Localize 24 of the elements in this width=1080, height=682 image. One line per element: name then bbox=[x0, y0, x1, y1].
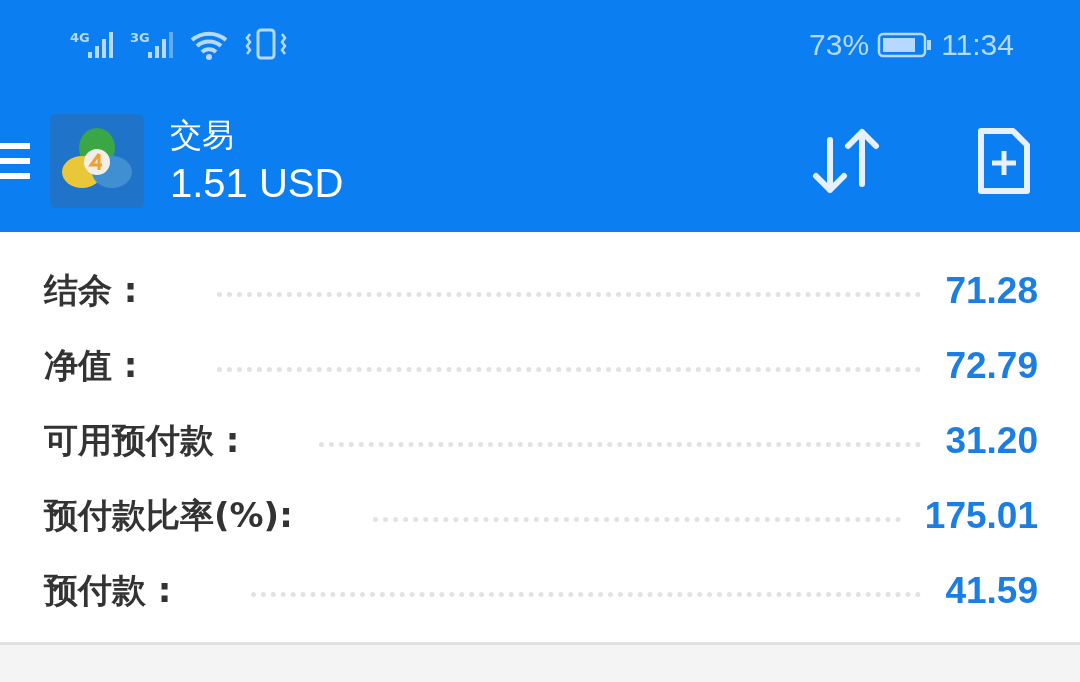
account-field-value: 72.79 bbox=[945, 344, 1038, 387]
network-type: 3G bbox=[130, 30, 150, 45]
new-order-button[interactable] bbox=[976, 127, 1032, 195]
vibrate-icon bbox=[245, 28, 287, 60]
account-field-label: 预付款 : bbox=[44, 568, 172, 612]
account-field-value: 175.01 bbox=[924, 494, 1038, 537]
wifi-icon bbox=[190, 31, 228, 60]
account-field-value: 41.59 bbox=[945, 569, 1038, 612]
account-field-label: 预付款比率(%): bbox=[44, 493, 293, 537]
account-field-label: 可用预付款 : bbox=[44, 418, 240, 462]
signal-bars-icon bbox=[148, 32, 173, 58]
add-document-icon bbox=[976, 127, 1032, 195]
network-type: 4G bbox=[70, 30, 90, 45]
account-field-value: 71.28 bbox=[945, 269, 1038, 312]
page-title: 交易 bbox=[170, 115, 235, 156]
app-logo-icon bbox=[50, 114, 144, 208]
signal-bars-icon bbox=[88, 32, 113, 58]
clock-time: 11:34 bbox=[941, 28, 1014, 62]
battery-percent: 73% bbox=[809, 28, 870, 62]
account-field-label: 净值 : bbox=[44, 343, 138, 387]
battery-icon bbox=[877, 32, 934, 58]
account-balance: 1.51 USD bbox=[170, 160, 344, 207]
account-field-value: 31.20 bbox=[945, 419, 1038, 462]
account-field-label: 结余 : bbox=[44, 268, 138, 312]
